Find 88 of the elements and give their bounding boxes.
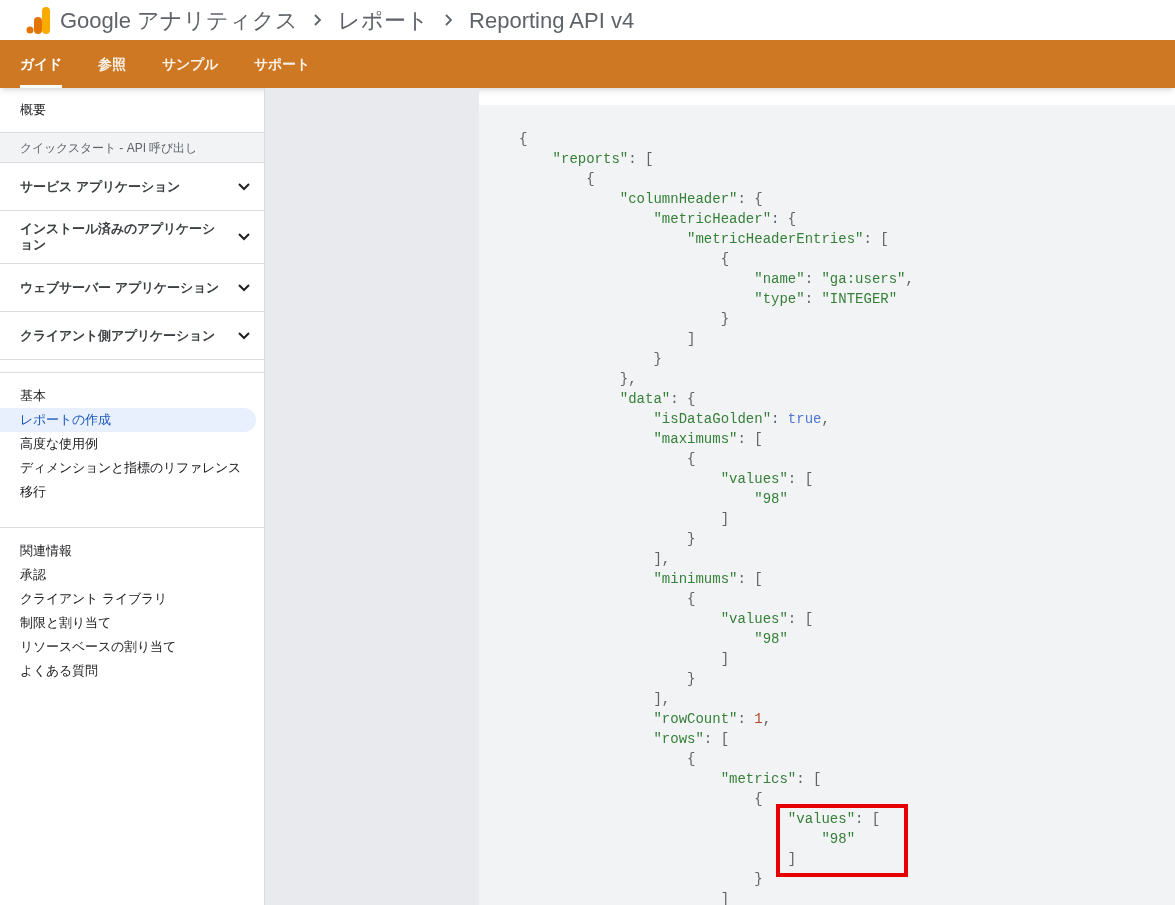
code-token: "reports" — [551, 149, 629, 169]
sidebar-link[interactable]: 関連情報 — [0, 539, 256, 563]
code-punctuation: { — [686, 749, 696, 769]
code-token: "98" — [753, 629, 788, 649]
code-token: "98" — [753, 489, 788, 509]
sidebar-link[interactable]: 高度な使用例 — [0, 432, 256, 456]
code-punctuation: : — [771, 409, 781, 429]
code-punctuation: , — [821, 409, 830, 429]
code-punctuation: ] — [786, 849, 797, 869]
code-punctuation: ], — [652, 689, 671, 709]
chevron-icon — [238, 283, 250, 292]
code-token: "ga:users" — [821, 269, 906, 289]
code-punctuation: : [ — [703, 729, 730, 749]
code-token: "minimums" — [652, 569, 738, 589]
sidebar-link[interactable]: よくある質問 — [0, 659, 256, 683]
code-punctuation: : — [804, 289, 815, 309]
code-token: "rows" — [652, 729, 704, 749]
code-punctuation: : [ — [863, 229, 889, 249]
code-token: "98" — [820, 829, 856, 849]
code-punctuation: : [ — [796, 769, 822, 789]
code-punctuation: { — [686, 589, 696, 609]
breadcrumb-link[interactable]: レポート — [338, 3, 430, 37]
code-punctuation: }, — [618, 369, 637, 389]
code-punctuation: : [ — [628, 149, 654, 169]
code-token: "INTEGER" — [821, 289, 898, 309]
code-punctuation: } — [652, 349, 662, 369]
code-punctuation: ] — [719, 889, 730, 905]
code-token: "metrics" — [719, 769, 797, 789]
code-token: "values" — [786, 809, 856, 829]
code-punctuation: : [ — [737, 569, 763, 589]
code-punctuation: : [ — [787, 609, 814, 629]
sidebar-link[interactable]: 制限と割り当て — [0, 611, 256, 635]
code-token: "data" — [618, 389, 671, 409]
chevron-right-icon — [445, 14, 454, 26]
code-punctuation: : — [737, 709, 747, 729]
code-punctuation: } — [686, 529, 696, 549]
expandable-section[interactable]: インストール済みのアプリケーション — [0, 211, 264, 264]
code-token: "columnHeader" — [618, 189, 738, 209]
code-token: "isDataGolden" — [652, 409, 772, 429]
code-punctuation: ], — [652, 549, 671, 569]
logo-icon — [25, 6, 52, 34]
code-punctuation: ] — [686, 329, 696, 349]
sidebar-link[interactable]: 移行 — [0, 480, 256, 504]
code-punctuation: , — [762, 709, 772, 729]
code-punctuation: { — [519, 129, 528, 149]
chevron-icon — [238, 233, 250, 241]
code-token: "type" — [753, 289, 805, 309]
expandable-section[interactable]: ウェブサーバー アプリケーション — [0, 264, 264, 312]
code-punctuation: : [ — [855, 809, 881, 829]
code-punctuation: } — [719, 309, 730, 329]
chevron-icon — [238, 331, 250, 340]
sidebar-link[interactable]: リソースベースの割り当て — [0, 635, 256, 659]
section-header: クイックスタート - API 呼び出し — [0, 133, 264, 163]
code-token: true — [787, 409, 822, 429]
expandable-section[interactable]: クライアント側アプリケーション — [0, 312, 264, 360]
code-punctuation: ] — [719, 509, 730, 529]
code-token: "maximums" — [652, 429, 738, 449]
page-title: Reporting API v4 — [469, 6, 635, 35]
sidebar-link[interactable]: 承認 — [0, 563, 256, 587]
code-punctuation: : [ — [737, 429, 763, 449]
chevron-right-icon — [314, 14, 323, 26]
code-punctuation: ] — [719, 649, 730, 669]
chevron-icon — [238, 182, 250, 191]
code-punctuation: } — [753, 869, 763, 889]
code-punctuation: { — [719, 249, 730, 269]
code-token: "values" — [719, 469, 788, 489]
sidebar-link[interactable]: ディメンションと指標のリファレンス — [0, 456, 256, 480]
code-punctuation: { — [753, 789, 763, 809]
code-token: "name" — [753, 269, 805, 289]
sidebar-link[interactable]: レポートの作成 — [0, 408, 256, 432]
code-punctuation: : — [804, 269, 815, 289]
code-punctuation: : [ — [787, 469, 814, 489]
code-punctuation: } — [686, 669, 696, 689]
sidebar-link[interactable]: 基本 — [0, 384, 256, 408]
code-token: 1 — [754, 709, 763, 729]
code-punctuation: : { — [670, 389, 696, 409]
code-punctuation: , — [905, 269, 914, 289]
code-punctuation: { — [585, 169, 595, 189]
code-token: "rowCount" — [652, 709, 738, 729]
product-title[interactable]: Google アナリティクス — [60, 3, 299, 37]
code-punctuation: : { — [771, 209, 797, 229]
sidebar-link[interactable]: クライアント ライブラリ — [0, 587, 256, 611]
code-punctuation: : { — [737, 189, 763, 209]
code-punctuation: { — [686, 449, 696, 469]
code-token: "metricHeaderEntries" — [686, 229, 864, 249]
code-token: "values" — [719, 609, 788, 629]
code-token: "metricHeader" — [652, 209, 772, 229]
expandable-section[interactable]: サービス アプリケーション — [0, 163, 264, 211]
